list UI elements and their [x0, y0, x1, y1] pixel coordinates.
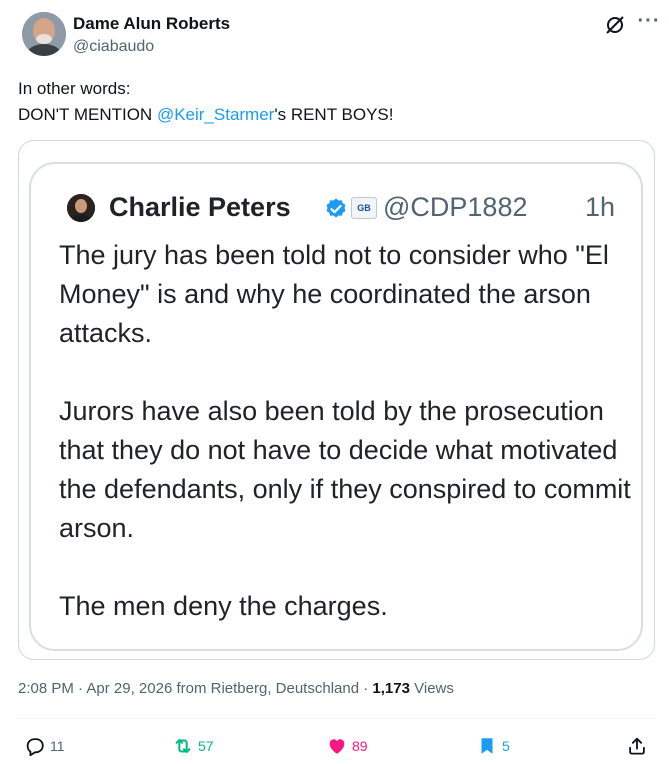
tweet-header: Dame Alun Roberts @ciabaudo ··· — [18, 10, 659, 60]
reply-button[interactable]: 11 — [24, 734, 65, 758]
attached-image[interactable]: Charlie Peters GB @CDP1882 1h The jury h… — [18, 140, 655, 660]
author-avatar[interactable] — [22, 12, 66, 56]
tweet-line-2: DON'T MENTION @Keir_Starmer's RENT BOYS! — [18, 102, 393, 128]
quoted-avatar — [67, 194, 95, 222]
gb-news-badge: GB — [351, 197, 377, 219]
like-count: 89 — [352, 738, 368, 754]
quoted-paragraph-2: Jurors have also been told by the prosec… — [59, 396, 631, 543]
action-bar: 11 57 89 5 — [0, 728, 669, 764]
share-icon — [629, 737, 645, 755]
quoted-body: The jury has been told not to consider w… — [59, 236, 639, 659]
more-options-icon[interactable]: ··· — [636, 10, 662, 36]
tweet-line-2-post: 's RENT BOYS! — [274, 105, 394, 124]
tweet-line-1: In other words: — [18, 79, 131, 98]
views-count: 1,173 — [372, 680, 410, 697]
author-name[interactable]: Dame Alun Roberts — [73, 14, 230, 34]
quoted-handle: @CDP1882 — [383, 192, 528, 222]
quoted-paragraph-1: The jury has been told not to consider w… — [59, 240, 609, 348]
retweet-button[interactable]: 57 — [172, 734, 214, 758]
author-handle[interactable]: @ciabaudo — [73, 38, 154, 56]
heart-icon — [329, 739, 345, 754]
quoted-screenshot: Charlie Peters GB @CDP1882 1h The jury h… — [29, 162, 643, 651]
post-date[interactable]: Apr 29, 2026 — [86, 680, 172, 697]
reply-icon — [26, 738, 44, 757]
bookmark-icon — [481, 738, 493, 754]
views-label: Views — [414, 680, 454, 697]
grok-icon[interactable] — [604, 14, 626, 36]
tweet-line-2-pre: DON'T MENTION — [18, 105, 157, 124]
tweet-text: In other words: DON'T MENTION @Keir_Star… — [18, 76, 393, 128]
bookmark-button[interactable]: 5 — [476, 734, 510, 758]
post-time[interactable]: 2:08 PM — [18, 680, 74, 697]
avatar-image — [22, 12, 66, 56]
divider — [18, 718, 655, 719]
reply-count: 11 — [50, 738, 65, 754]
quoted-time: 1h — [585, 192, 616, 222]
retweet-icon — [175, 739, 191, 753]
tweet-meta: 2:08 PM · Apr 29, 2026 from Rietberg, De… — [18, 680, 454, 697]
bookmark-count: 5 — [502, 738, 510, 754]
share-button[interactable] — [626, 734, 648, 758]
quoted-name: Charlie Peters — [109, 192, 291, 222]
mention-link[interactable]: @Keir_Starmer — [157, 105, 274, 124]
like-button[interactable]: 89 — [326, 734, 368, 758]
verified-badge-icon — [324, 197, 348, 221]
retweet-count: 57 — [198, 738, 214, 754]
post-location: from Rietberg, Deutschland — [176, 680, 360, 697]
quoted-paragraph-3: The men deny the charges. — [59, 591, 388, 621]
